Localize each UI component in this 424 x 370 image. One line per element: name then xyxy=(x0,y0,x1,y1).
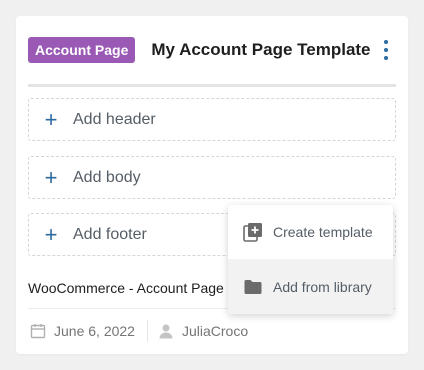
meta-separator xyxy=(146,320,148,342)
plus-icon: + xyxy=(44,106,58,132)
folder-icon xyxy=(244,279,262,294)
calendar-icon xyxy=(30,324,46,339)
author-info: JuliaCroco xyxy=(158,323,248,339)
add-header-slot[interactable]: + Add header xyxy=(28,98,396,141)
card-header: Account Page My Account Page Template xyxy=(28,36,396,64)
date-text: June 6, 2022 xyxy=(54,323,135,339)
user-icon xyxy=(159,324,173,339)
slot-label: Add body xyxy=(73,168,141,186)
card-title[interactable]: My Account Page Template xyxy=(151,40,370,60)
slot-label: Add header xyxy=(73,110,156,128)
options-menu: Create template Add from library xyxy=(228,205,393,314)
create-template-item[interactable]: Create template xyxy=(228,205,393,259)
author-text: JuliaCroco xyxy=(181,323,249,339)
plus-icon: + xyxy=(44,164,58,190)
plus-icon: + xyxy=(44,221,58,247)
more-options-icon[interactable] xyxy=(380,40,392,60)
header-divider xyxy=(28,84,396,87)
add-template-icon xyxy=(243,223,262,242)
add-body-slot[interactable]: + Add body xyxy=(28,156,396,199)
menu-item-label: Create template xyxy=(273,224,373,240)
template-name: WooCommerce - Account Page xyxy=(28,280,224,296)
slot-label: Add footer xyxy=(73,225,147,243)
date-info: June 6, 2022 xyxy=(30,323,135,339)
template-meta: June 6, 2022 JuliaCroco xyxy=(30,320,248,342)
menu-item-label: Add from library xyxy=(273,278,372,295)
type-badge: Account Page xyxy=(28,37,136,63)
add-from-library-item[interactable]: Add from library xyxy=(228,259,393,314)
